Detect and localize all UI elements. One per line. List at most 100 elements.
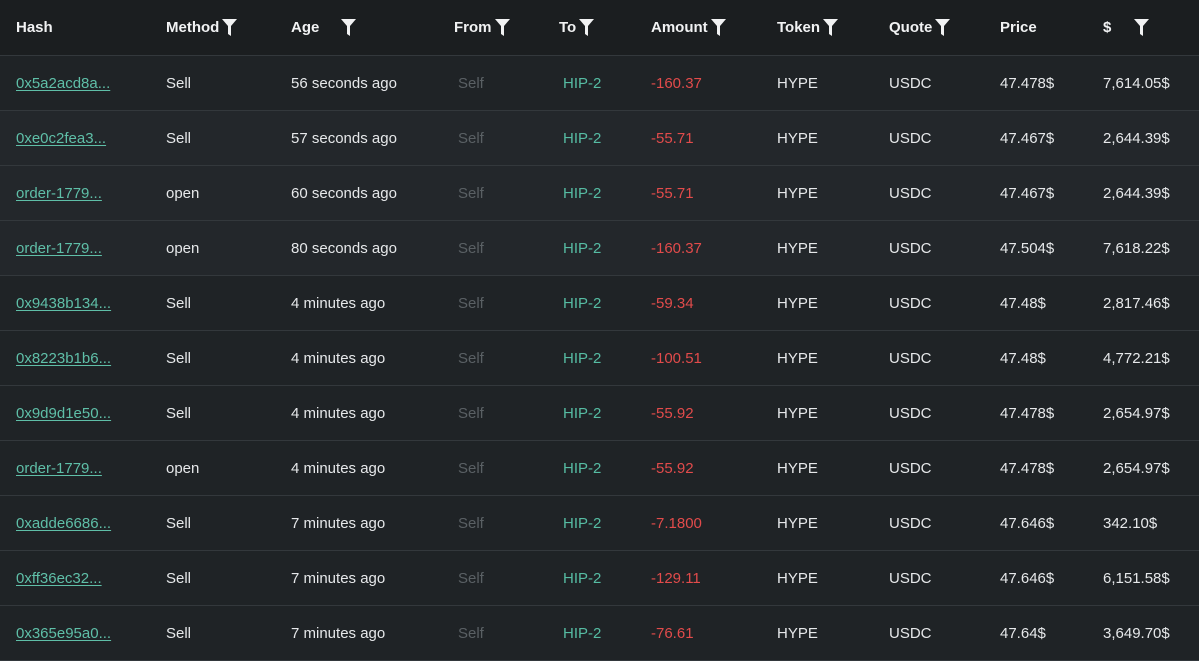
quote-cell: USDC xyxy=(889,349,932,367)
table-row: 0x365e95a0... Sell 7 minutes ago Self HI… xyxy=(0,606,1199,661)
quote-cell: USDC xyxy=(889,129,932,147)
method-filter-icon[interactable] xyxy=(222,19,238,36)
from-cell: Self xyxy=(458,129,484,147)
age-filter-icon[interactable] xyxy=(341,19,356,36)
usd-value-cell: 3,649.70$ xyxy=(1103,624,1170,642)
hash-link[interactable]: 0xe0c2fea3... xyxy=(16,130,106,147)
token-cell: HYPE xyxy=(777,294,818,312)
table-row: 0x9d9d1e50... Sell 4 minutes ago Self HI… xyxy=(0,386,1199,441)
price-cell: 47.646$ xyxy=(1000,514,1055,532)
to-cell[interactable]: HIP-2 xyxy=(563,570,601,587)
to-cell[interactable]: HIP-2 xyxy=(563,405,601,422)
to-cell[interactable]: HIP-2 xyxy=(563,515,601,532)
amount-cell: -76.61 xyxy=(651,624,694,642)
column-header-amount: Amount xyxy=(651,19,726,36)
column-header-token: Token xyxy=(777,19,839,36)
amount-cell: -55.92 xyxy=(651,404,694,422)
hash-link[interactable]: 0x365e95a0... xyxy=(16,625,111,642)
to-cell[interactable]: HIP-2 xyxy=(563,295,601,312)
hash-link[interactable]: order-1779... xyxy=(16,185,102,202)
quote-cell: USDC xyxy=(889,184,932,202)
amount-cell: -160.37 xyxy=(651,239,702,257)
column-header-hash: Hash xyxy=(16,19,53,36)
from-cell: Self xyxy=(458,404,484,422)
quote-filter-icon[interactable] xyxy=(935,19,951,36)
from-cell: Self xyxy=(458,239,484,257)
hash-link[interactable]: order-1779... xyxy=(16,460,102,477)
to-filter-icon[interactable] xyxy=(579,19,595,36)
column-header-hash-label: Hash xyxy=(16,19,53,36)
column-header-age: Age xyxy=(291,19,319,36)
quote-cell: USDC xyxy=(889,624,932,642)
to-cell[interactable]: HIP-2 xyxy=(563,240,601,257)
age-cell: 4 minutes ago xyxy=(291,294,386,312)
quote-cell: USDC xyxy=(889,459,932,477)
from-cell: Self xyxy=(458,569,484,587)
amount-filter-icon[interactable] xyxy=(710,19,726,36)
age-cell: 7 minutes ago xyxy=(291,569,386,587)
age-cell: 4 minutes ago xyxy=(291,349,386,367)
column-header-from-label: From xyxy=(454,19,492,36)
hash-link[interactable]: 0x9438b134... xyxy=(16,295,111,312)
hash-link[interactable]: 0xadde6686... xyxy=(16,515,111,532)
method-cell: Sell xyxy=(166,294,192,312)
token-cell: HYPE xyxy=(777,624,818,642)
column-header-token-label: Token xyxy=(777,19,821,36)
age-cell: 7 minutes ago xyxy=(291,514,386,532)
method-cell: Sell xyxy=(166,129,192,147)
method-cell: Sell xyxy=(166,514,192,532)
from-cell: Self xyxy=(458,349,484,367)
to-cell[interactable]: HIP-2 xyxy=(563,185,601,202)
column-header-method-label: Method xyxy=(166,19,220,36)
usd-value-cell: 7,614.05$ xyxy=(1103,74,1170,92)
from-cell: Self xyxy=(458,514,484,532)
hash-link[interactable]: 0x8223b1b6... xyxy=(16,350,111,367)
usd-value-cell: 7,618.22$ xyxy=(1103,239,1170,257)
column-header-from: From xyxy=(454,19,510,36)
usd-filter-icon[interactable] xyxy=(1134,19,1149,36)
to-cell[interactable]: HIP-2 xyxy=(563,350,601,367)
column-header-usd-label: $ xyxy=(1103,19,1112,36)
method-cell: Sell xyxy=(166,404,192,422)
amount-cell: -55.92 xyxy=(651,459,694,477)
amount-cell: -7.1800 xyxy=(651,514,702,532)
quote-cell: USDC xyxy=(889,404,932,422)
amount-cell: -100.51 xyxy=(651,349,702,367)
table-header: Hash Method Age From To Amount Token Quo… xyxy=(0,0,1199,56)
price-cell: 47.48$ xyxy=(1000,294,1046,312)
to-cell[interactable]: HIP-2 xyxy=(563,130,601,147)
table-row: 0xadde6686... Sell 7 minutes ago Self HI… xyxy=(0,496,1199,551)
usd-value-cell: 2,654.97$ xyxy=(1103,459,1170,477)
quote-cell: USDC xyxy=(889,239,932,257)
column-header-quote-label: Quote xyxy=(889,19,933,36)
column-header-usd: $ xyxy=(1103,19,1111,36)
age-cell: 4 minutes ago xyxy=(291,459,386,477)
table-row: 0xff36ec32... Sell 7 minutes ago Self HI… xyxy=(0,551,1199,606)
price-cell: 47.478$ xyxy=(1000,404,1055,422)
age-cell: 4 minutes ago xyxy=(291,404,386,422)
hash-link[interactable]: order-1779... xyxy=(16,240,102,257)
to-cell[interactable]: HIP-2 xyxy=(563,75,601,92)
usd-value-cell: 4,772.21$ xyxy=(1103,349,1170,367)
column-header-age-label: Age xyxy=(291,19,320,36)
from-cell: Self xyxy=(458,184,484,202)
to-cell[interactable]: HIP-2 xyxy=(563,625,601,642)
age-cell: 80 seconds ago xyxy=(291,239,397,257)
amount-cell: -55.71 xyxy=(651,129,694,147)
token-filter-icon[interactable] xyxy=(823,19,839,36)
price-cell: 47.646$ xyxy=(1000,569,1055,587)
price-cell: 47.467$ xyxy=(1000,129,1055,147)
token-cell: HYPE xyxy=(777,459,818,477)
table-row: 0xe0c2fea3... Sell 57 seconds ago Self H… xyxy=(0,111,1199,166)
hash-link[interactable]: 0x5a2acd8a... xyxy=(16,75,110,92)
from-cell: Self xyxy=(458,459,484,477)
usd-value-cell: 6,151.58$ xyxy=(1103,569,1170,587)
hash-link[interactable]: 0xff36ec32... xyxy=(16,570,102,587)
usd-value-cell: 2,654.97$ xyxy=(1103,404,1170,422)
to-cell[interactable]: HIP-2 xyxy=(563,460,601,477)
hash-link[interactable]: 0x9d9d1e50... xyxy=(16,405,111,422)
from-filter-icon[interactable] xyxy=(494,19,510,36)
price-cell: 47.478$ xyxy=(1000,74,1055,92)
transactions-table: Hash Method Age From To Amount Token Quo… xyxy=(0,0,1199,661)
usd-value-cell: 2,644.39$ xyxy=(1103,129,1170,147)
